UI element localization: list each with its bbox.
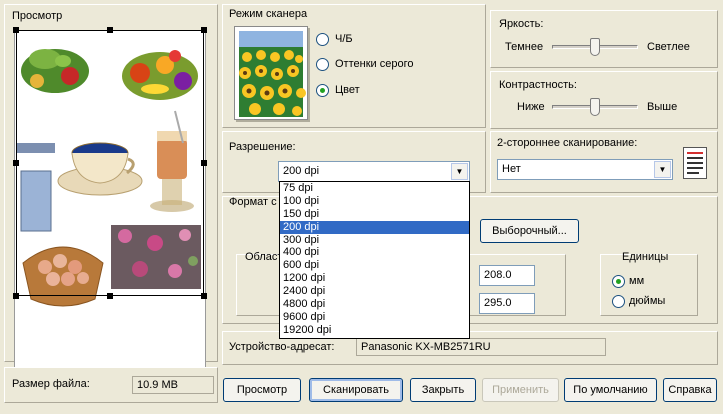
radio-units-inch-circle[interactable] bbox=[612, 295, 625, 308]
resolution-option-selected[interactable]: 200 dpi bbox=[280, 220, 469, 234]
area-title: Област bbox=[245, 251, 283, 263]
resolution-option[interactable]: 75 dpi bbox=[280, 182, 469, 195]
radio-mode-color-circle[interactable] bbox=[316, 84, 329, 97]
duplex-combo[interactable]: Нет ▼ bbox=[497, 159, 673, 180]
radio-mode-bw-label: Ч/Б bbox=[335, 33, 353, 45]
selection-handle-tr[interactable] bbox=[201, 27, 207, 33]
file-size-value: 10.9 MB bbox=[132, 376, 214, 394]
resolution-option[interactable]: 4800 dpi bbox=[280, 298, 469, 311]
units-title: Единицы bbox=[622, 251, 669, 263]
contrast-min-label: Ниже bbox=[517, 101, 545, 113]
resolution-combo[interactable]: 200 dpi ▼ bbox=[278, 161, 470, 182]
area-height-field[interactable]: 295.0 bbox=[479, 293, 535, 314]
destination-label: Устройство-адресат: bbox=[229, 341, 335, 353]
radio-mode-grayscale-label: Оттенки серого bbox=[335, 58, 414, 70]
resolution-dropdown-list[interactable]: 75 dpi 100 dpi 150 dpi 200 dpi 300 dpi 4… bbox=[279, 181, 470, 339]
scan-mode-title: Режим сканера bbox=[229, 8, 308, 20]
selection-handle-tl[interactable] bbox=[13, 27, 19, 33]
duplex-title: 2-стороннее сканирование: bbox=[497, 137, 638, 149]
resolution-option[interactable]: 1200 dpi bbox=[280, 272, 469, 285]
radio-units-inch-label: дюймы bbox=[629, 295, 666, 307]
selection-handle-ml[interactable] bbox=[13, 160, 19, 166]
chevron-down-icon[interactable]: ▼ bbox=[654, 161, 671, 178]
radio-mode-grayscale-circle[interactable] bbox=[316, 58, 329, 71]
defaults-button[interactable]: По умолчанию bbox=[564, 378, 657, 402]
resolution-option[interactable]: 2400 dpi bbox=[280, 285, 469, 298]
close-button[interactable]: Закрыть bbox=[410, 378, 476, 402]
scan-button[interactable]: Сканировать bbox=[309, 378, 403, 402]
radio-mode-grayscale[interactable]: Оттенки серого bbox=[316, 57, 426, 72]
resolution-option[interactable]: 600 dpi bbox=[280, 259, 469, 272]
resolution-option[interactable]: 9600 dpi bbox=[280, 311, 469, 324]
radio-mode-color-label: Цвет bbox=[335, 84, 360, 96]
chevron-down-icon[interactable]: ▼ bbox=[451, 163, 468, 180]
selection-handle-br[interactable] bbox=[201, 293, 207, 299]
resolution-option[interactable]: 19200 dpi bbox=[280, 324, 469, 337]
duplex-combo-value: Нет bbox=[502, 163, 521, 175]
radio-units-inch[interactable]: дюймы bbox=[612, 294, 682, 309]
resolution-option[interactable]: 300 dpi bbox=[280, 234, 469, 247]
custom-format-button[interactable]: Выборочный... bbox=[480, 219, 579, 243]
brightness-min-label: Темнее bbox=[505, 41, 544, 53]
radio-units-mm[interactable]: мм bbox=[612, 274, 672, 289]
scan-mode-sample-image bbox=[234, 26, 308, 120]
contrast-slider[interactable] bbox=[590, 98, 600, 116]
brightness-title: Яркость: bbox=[499, 18, 544, 30]
contrast-max-label: Выше bbox=[647, 101, 678, 113]
destination-value: Panasonic KX-MB2571RU bbox=[356, 338, 606, 356]
area-width-field[interactable]: 208.0 bbox=[479, 265, 535, 286]
radio-mode-bw[interactable]: Ч/Б bbox=[316, 32, 406, 47]
radio-units-mm-circle[interactable] bbox=[612, 275, 625, 288]
radio-units-mm-label: мм bbox=[629, 275, 645, 287]
scan-area-selection[interactable] bbox=[16, 30, 204, 296]
contrast-title: Контрастность: bbox=[499, 79, 577, 91]
selection-handle-mr[interactable] bbox=[201, 160, 207, 166]
selection-handle-bl[interactable] bbox=[13, 293, 19, 299]
brightness-max-label: Светлее bbox=[647, 41, 690, 53]
selection-handle-tc[interactable] bbox=[107, 27, 113, 33]
resolution-option[interactable]: 150 dpi bbox=[280, 208, 469, 221]
format-title: Формат с bbox=[229, 196, 277, 208]
resolution-option[interactable]: 100 dpi bbox=[280, 195, 469, 208]
resolution-option[interactable]: 400 dpi bbox=[280, 246, 469, 259]
brightness-slider[interactable] bbox=[590, 38, 600, 56]
radio-mode-bw-circle[interactable] bbox=[316, 33, 329, 46]
resolution-combo-value: 200 dpi bbox=[283, 165, 320, 177]
help-button[interactable]: Справка bbox=[663, 378, 717, 402]
radio-mode-color[interactable]: Цвет bbox=[316, 83, 406, 98]
resolution-title: Разрешение: bbox=[229, 141, 296, 153]
duplex-document-icon bbox=[683, 147, 707, 179]
preview-button[interactable]: Просмотр bbox=[223, 378, 301, 402]
file-size-label: Размер файла: bbox=[12, 378, 90, 390]
apply-button[interactable]: Применить bbox=[482, 378, 559, 402]
selection-handle-bc[interactable] bbox=[107, 293, 113, 299]
preview-title: Просмотр bbox=[12, 10, 63, 22]
